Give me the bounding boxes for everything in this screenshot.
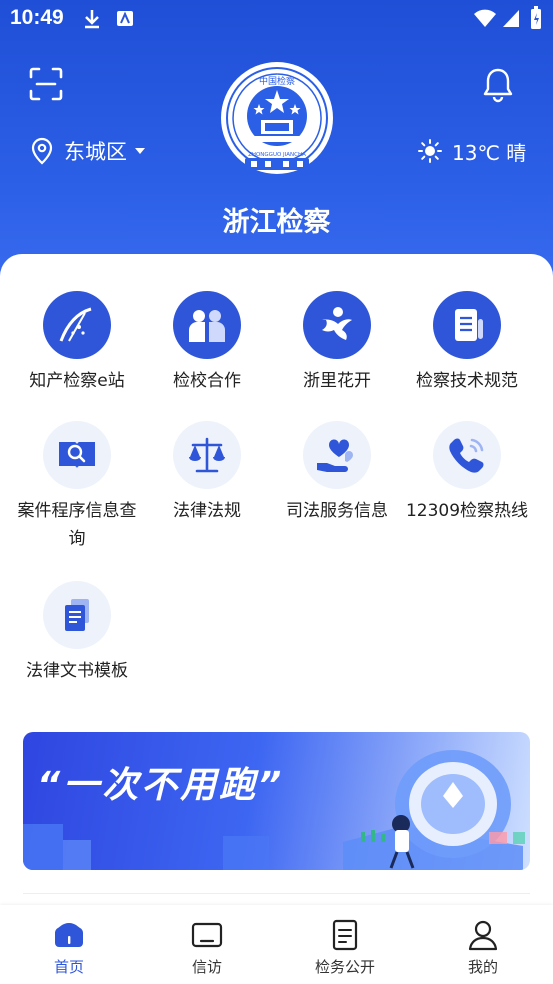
weather-info: 13℃ 晴	[418, 134, 526, 168]
status-bar: 10:49	[0, 0, 553, 38]
app-notification-icon	[117, 11, 133, 26]
service-laws[interactable]: 法律法规	[142, 421, 272, 525]
sun-icon	[418, 139, 442, 163]
service-label: 知产检察e站	[29, 371, 125, 391]
service-label: 法律文书模板	[26, 661, 128, 681]
ip-station-icon	[43, 291, 111, 359]
cooperation-icon	[173, 291, 241, 359]
location-label: 东城区	[64, 140, 127, 164]
location-selector[interactable]: 东城区	[30, 134, 145, 168]
tab-label: 信访	[191, 958, 222, 976]
tab-home[interactable]: 首页	[0, 905, 138, 984]
promo-banner[interactable]: “一次不用跑”	[23, 732, 530, 870]
procuratorate-emblem-logo: 中国检察 ZHONGGUO JIANCHA	[221, 62, 333, 174]
service-label: 12309检察热线	[405, 501, 529, 521]
tab-petition[interactable]: 信访	[138, 905, 276, 984]
document-template-icon	[43, 581, 111, 649]
service-judicial-info[interactable]: 司法服务信息	[272, 421, 402, 525]
service-tech-spec[interactable]: 检察技术规范	[402, 291, 532, 395]
search-book-icon	[43, 421, 111, 489]
flower-icon	[303, 291, 371, 359]
user-icon	[468, 920, 498, 951]
home-icon	[55, 923, 83, 947]
wifi-icon	[474, 9, 496, 27]
scan-icon[interactable]	[28, 66, 64, 102]
tab-label: 检务公开	[314, 958, 375, 976]
phone-icon	[433, 421, 501, 489]
emblem-top-text: 中国检察	[259, 75, 295, 87]
service-label: 案件程序信息查询	[17, 501, 137, 549]
service-flower[interactable]: 浙里花开	[272, 291, 402, 395]
service-label: 法律法规	[173, 501, 241, 521]
heart-hand-icon	[303, 421, 371, 489]
tab-mine[interactable]: 我的	[414, 905, 552, 984]
scales-icon	[173, 421, 241, 489]
download-icon	[85, 10, 99, 29]
service-cooperation[interactable]: 检校合作	[142, 291, 272, 395]
status-time: 10:49	[10, 6, 64, 29]
tab-label: 我的	[467, 958, 498, 976]
document-spec-icon	[433, 291, 501, 359]
service-label: 司法服务信息	[286, 501, 388, 521]
battery-icon	[531, 6, 541, 29]
location-pin-icon	[31, 137, 53, 165]
bottom-tab-bar: 首页 信访 检务公开 我的	[0, 905, 553, 984]
app-title: 浙江检察	[222, 207, 331, 238]
tab-public-affairs[interactable]: 检务公开	[276, 905, 414, 984]
service-label: 检校合作	[173, 371, 241, 391]
emblem-ring-text: ZHONGGUO JIANCHA	[248, 152, 306, 158]
chevron-down-icon	[135, 148, 145, 154]
service-label: 检察技术规范	[416, 371, 518, 391]
signal-icon	[503, 10, 519, 27]
file-icon	[332, 919, 358, 951]
banner-illustration	[23, 750, 525, 870]
service-label: 浙里花开	[303, 371, 371, 391]
service-doc-templates[interactable]: 法律文书模板	[12, 581, 142, 685]
service-hotline[interactable]: 12309检察热线	[402, 421, 532, 525]
letter-icon	[191, 922, 223, 948]
weather-text: 13℃ 晴	[452, 140, 527, 165]
bell-icon[interactable]	[480, 66, 516, 104]
section-divider	[23, 893, 530, 894]
service-ip-station[interactable]: 知产检察e站	[12, 291, 142, 395]
tab-label: 首页	[53, 958, 84, 976]
service-case-query[interactable]: 案件程序信息查询	[12, 421, 142, 553]
